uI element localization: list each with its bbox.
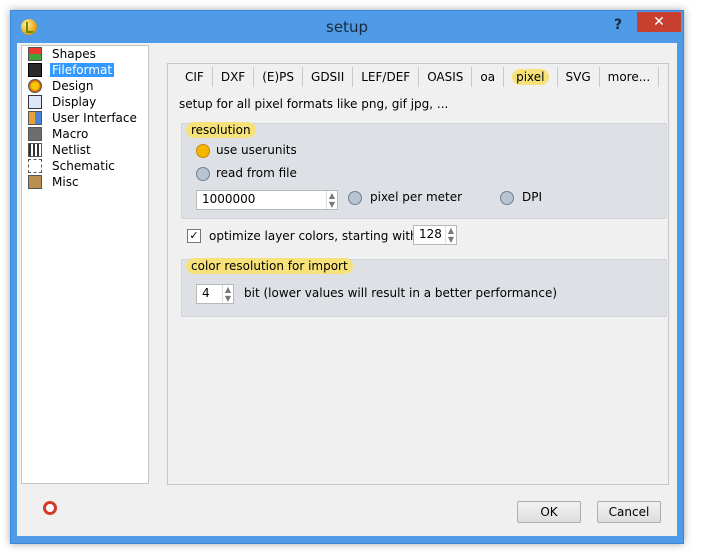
dpi-label: DPI — [522, 190, 543, 204]
color-bits-input[interactable]: 4 ▲ ▼ — [196, 284, 234, 304]
resolution-group: resolution use userunits read from file … — [181, 122, 667, 219]
tab-cif[interactable]: CIF — [177, 67, 213, 87]
sidebar-item-label: Design — [52, 79, 94, 93]
spin-arrows-icon[interactable]: ▲ ▼ — [222, 285, 233, 303]
sidebar-item-label: Macro — [52, 127, 89, 141]
category-tree: Shapes Fileformat Design Display User In… — [21, 45, 149, 484]
sidebar-item-shapes[interactable]: Shapes — [26, 46, 148, 62]
color-resolution-group: color resolution for import 4 ▲ ▼ bit (lo… — [181, 258, 667, 317]
display-icon — [28, 95, 42, 109]
sidebar-item-user-interface[interactable]: User Interface — [26, 110, 148, 126]
format-tabs: CIF DXF (E)PS GDSII LEF/DEF OASIS oa pixel SVG mo… — [177, 67, 660, 87]
fileformat-icon — [28, 63, 42, 77]
window-title: setup — [326, 18, 368, 36]
pixel-per-meter-label: pixel per meter — [370, 190, 463, 204]
pixel-per-meter-radio[interactable] — [348, 191, 362, 205]
color-bits-label: bit (lower values will result in a bette… — [244, 286, 558, 300]
sidebar-item-fileformat[interactable]: Fileformat — [26, 62, 148, 78]
spin-arrows-icon[interactable]: ▲ ▼ — [445, 226, 456, 244]
sidebar-item-label: Fileformat — [50, 63, 115, 77]
sidebar-item-label: Misc — [52, 175, 79, 189]
help-button[interactable]: ? — [605, 14, 631, 36]
sidebar-item-label: Netlist — [52, 143, 91, 157]
read-from-file-radio[interactable] — [196, 167, 210, 181]
sidebar-item-netlist[interactable]: Netlist — [26, 142, 148, 158]
tab-lef-def[interactable]: LEF/DEF — [353, 67, 420, 87]
color-resolution-title: color resolution for import — [186, 258, 353, 274]
tab-gdsii[interactable]: GDSII — [303, 67, 354, 87]
use-userunits-radio[interactable] — [196, 144, 210, 158]
dialog-client: Shapes Fileformat Design Display User In… — [17, 43, 677, 536]
cancel-button[interactable]: Cancel — [597, 501, 661, 523]
optimize-layer-colors-checkbox[interactable]: ✓ — [187, 229, 201, 243]
resolution-value-input[interactable]: 1000000 ▲ ▼ — [196, 190, 338, 210]
sidebar-item-misc[interactable]: Misc — [26, 174, 148, 190]
start-layer-input[interactable]: 128 ▲ ▼ — [413, 225, 457, 245]
sidebar-item-label: Schematic — [52, 159, 115, 173]
schematic-icon — [28, 159, 42, 173]
dpi-radio[interactable] — [500, 191, 514, 205]
lifebuoy-icon[interactable] — [43, 501, 57, 515]
sidebar-item-label: Shapes — [52, 47, 96, 61]
macro-icon — [28, 127, 42, 141]
sidebar-item-label: Display — [52, 95, 97, 109]
netlist-icon — [28, 143, 42, 157]
sidebar-item-schematic[interactable]: Schematic — [26, 158, 148, 174]
tab-eps[interactable]: (E)PS — [254, 67, 304, 87]
setup-window: setup ? ✕ Shapes Fileformat Design Displ… — [10, 10, 684, 544]
tab-more[interactable]: more... — [600, 67, 660, 87]
tab-oa[interactable]: oa — [472, 67, 505, 87]
title-bar[interactable]: setup ? ✕ — [11, 11, 683, 43]
design-icon — [28, 79, 42, 93]
read-from-file-label: read from file — [216, 166, 297, 180]
shapes-icon — [28, 47, 42, 61]
sidebar-item-macro[interactable]: Macro — [26, 126, 148, 142]
spin-arrows-icon[interactable]: ▲ ▼ — [326, 191, 337, 209]
pixel-intro-text: setup for all pixel formats like png, gi… — [179, 97, 449, 111]
tab-oasis[interactable]: OASIS — [419, 67, 473, 87]
tab-svg[interactable]: SVG — [558, 67, 600, 87]
sidebar-item-label: User Interface — [52, 111, 137, 125]
ok-button[interactable]: OK — [517, 501, 581, 523]
resolution-title: resolution — [186, 122, 256, 138]
tab-pixel[interactable]: pixel — [504, 67, 558, 87]
tab-dxf[interactable]: DXF — [213, 67, 255, 87]
close-button[interactable]: ✕ — [637, 12, 681, 32]
user-interface-icon — [28, 111, 42, 125]
use-userunits-label: use userunits — [216, 143, 297, 157]
sidebar-item-display[interactable]: Display — [26, 94, 148, 110]
sidebar-item-design[interactable]: Design — [26, 78, 148, 94]
misc-icon — [28, 175, 42, 189]
